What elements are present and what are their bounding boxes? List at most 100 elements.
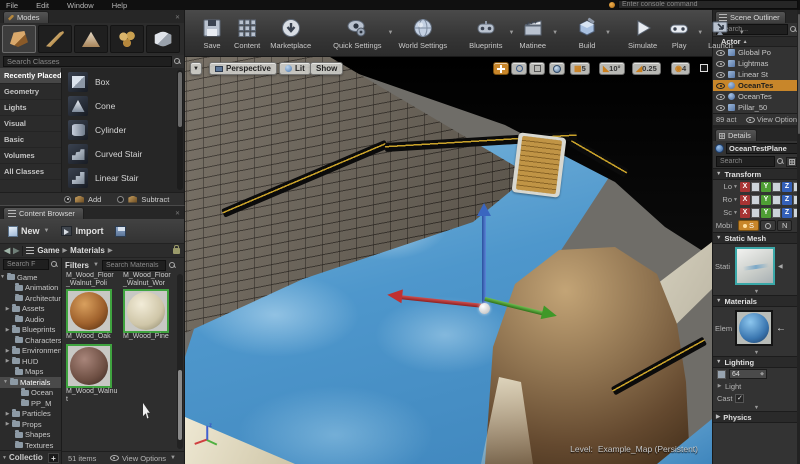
- tree-search-input[interactable]: [3, 259, 49, 270]
- modes-scrollbar[interactable]: [177, 70, 183, 190]
- breadcrumb-root[interactable]: Game: [37, 246, 59, 255]
- section-lighting[interactable]: ▼ Lighting: [713, 356, 800, 368]
- menu-file[interactable]: File: [4, 1, 20, 10]
- category-lights[interactable]: Lights: [0, 100, 61, 116]
- mode-foliage-button[interactable]: [110, 25, 144, 53]
- mode-landscape-button[interactable]: [74, 25, 108, 53]
- content-button[interactable]: Content: [229, 15, 265, 51]
- tree-item-audio[interactable]: Audio: [0, 314, 61, 325]
- menu-help[interactable]: Help: [110, 1, 129, 10]
- placement-item-cone[interactable]: Cone: [68, 94, 174, 118]
- search-classes-input[interactable]: [3, 56, 172, 67]
- grid-snap-button[interactable]: ▦ 5: [570, 62, 590, 75]
- feedback-icon[interactable]: [609, 1, 615, 8]
- property-matrix-button[interactable]: [786, 156, 797, 167]
- save-all-button[interactable]: [111, 224, 130, 239]
- mobility-stationary-button[interactable]: [760, 220, 777, 231]
- outliner-row-oceantestplane[interactable]: OceanTes: [713, 80, 800, 91]
- location-y-field[interactable]: [772, 181, 781, 192]
- search-assets-input[interactable]: [101, 259, 166, 271]
- visibility-eye-icon[interactable]: [716, 60, 725, 67]
- rotation-x-field[interactable]: [751, 194, 760, 205]
- subtract-radio[interactable]: [117, 195, 125, 203]
- category-visual[interactable]: Visual: [0, 116, 61, 132]
- lit-button[interactable]: Lit: [279, 62, 311, 75]
- category-all-classes[interactable]: All Classes: [0, 164, 61, 180]
- close-tab-icon[interactable]: ✕: [175, 210, 180, 217]
- scale-tool-button[interactable]: [529, 62, 545, 75]
- world-settings-button[interactable]: World Settings: [393, 15, 452, 51]
- tree-item-animation[interactable]: Animation: [0, 283, 61, 294]
- simulate-button[interactable]: Simulate: [623, 15, 662, 51]
- static-mesh-thumbnail[interactable]: [735, 247, 775, 285]
- scale-caret-icon[interactable]: ▼: [733, 210, 739, 216]
- matinee-caret-icon[interactable]: ▼: [552, 30, 558, 36]
- build-button[interactable]: Build: [570, 15, 604, 51]
- angle-snap-button[interactable]: ◣ 10°: [599, 62, 625, 75]
- material-thumbnail[interactable]: [735, 310, 773, 346]
- category-volumes[interactable]: Volumes: [0, 148, 61, 164]
- tree-item-architecture[interactable]: Architecture: [0, 293, 61, 304]
- cast-shadows-checkbox[interactable]: ✓: [735, 393, 745, 403]
- details-search-input[interactable]: [716, 156, 775, 167]
- outliner-row-pillar[interactable]: Pillar_50: [713, 102, 800, 113]
- console-command-input[interactable]: [618, 0, 798, 9]
- menu-edit[interactable]: Edit: [34, 1, 51, 10]
- asset-tile-m-wood-oak[interactable]: M_Wood_Oak: [66, 288, 117, 341]
- section-transform[interactable]: ▼ Transform: [713, 168, 800, 180]
- mode-place-button[interactable]: [2, 25, 36, 53]
- section-materials[interactable]: ▼ Materials: [713, 295, 800, 307]
- back-arrow-icon[interactable]: ◀: [4, 246, 10, 255]
- build-caret-icon[interactable]: ▼: [605, 30, 611, 36]
- filters-button[interactable]: Filters: [65, 261, 89, 270]
- launch-caret-icon[interactable]: ▼: [739, 30, 745, 36]
- marketplace-button[interactable]: Marketplace: [265, 15, 316, 51]
- outliner-view-options-button[interactable]: View Option: [745, 115, 797, 124]
- tree-item-blueprints[interactable]: ▶ Blueprints: [0, 325, 61, 336]
- tree-item-characters[interactable]: Characters: [0, 335, 61, 346]
- location-x-field[interactable]: [751, 181, 760, 192]
- asset-scrollbar[interactable]: [177, 274, 183, 449]
- scale-x-field[interactable]: [751, 207, 760, 218]
- lightmap-res-field[interactable]: 64 ◆: [729, 369, 767, 379]
- actor-name-input[interactable]: [726, 142, 798, 154]
- outliner-row-lightmass[interactable]: Lightmas: [713, 58, 800, 69]
- use-selected-icon[interactable]: ←: [776, 323, 786, 334]
- tab-content-browser[interactable]: Content Browser: [3, 207, 84, 219]
- tree-item-particles[interactable]: ▶ Particles: [0, 409, 61, 420]
- scale-y-field[interactable]: [772, 207, 781, 218]
- section-expander[interactable]: ▼: [713, 404, 800, 411]
- outliner-row-oceantes[interactable]: OceanTes: [713, 91, 800, 102]
- import-button[interactable]: Import: [57, 224, 107, 238]
- world-local-toggle[interactable]: [549, 62, 565, 75]
- asset-tile-m-wood-pine[interactable]: M_Wood_Pine: [123, 288, 174, 341]
- outliner-row-linear-stair[interactable]: Linear St: [713, 69, 800, 80]
- viewport-3d[interactable]: z ▼ Perspective Lit Show ▦ 5 ◣ 10° ◢ 0.2…: [184, 56, 713, 464]
- asset-tile-m-wood-walnut[interactable]: M_Wood_Walnut: [66, 343, 118, 404]
- placement-item-box[interactable]: Box: [68, 70, 174, 94]
- mobility-static-button[interactable]: S: [738, 220, 760, 231]
- rotation-caret-icon[interactable]: ▼: [733, 197, 739, 203]
- mode-paint-button[interactable]: [38, 25, 72, 53]
- tree-item-props[interactable]: ▶ Props: [0, 419, 61, 430]
- tree-item-pp-m[interactable]: PP_M: [0, 398, 61, 409]
- menu-window[interactable]: Window: [65, 1, 96, 10]
- mode-geometry-button[interactable]: [146, 25, 180, 53]
- close-tab-icon[interactable]: ✕: [175, 14, 180, 21]
- maximize-viewport-button[interactable]: [700, 64, 708, 72]
- category-basic[interactable]: Basic: [0, 132, 61, 148]
- tree-item-textures[interactable]: Textures: [0, 440, 61, 450]
- asset-tile[interactable]: M_Wood_Floor_Walnut_Wor: [123, 272, 174, 288]
- category-recently-placed[interactable]: Recently Placed: [0, 68, 61, 84]
- play-button[interactable]: Play: [662, 15, 696, 51]
- add-radio[interactable]: [64, 195, 71, 203]
- visibility-eye-icon[interactable]: [716, 82, 725, 89]
- visibility-eye-icon[interactable]: [716, 71, 725, 78]
- tree-item-ocean[interactable]: Ocean: [0, 388, 61, 399]
- placement-item-curved-stair[interactable]: Curved Stair: [68, 142, 174, 166]
- visibility-eye-icon[interactable]: [716, 104, 725, 111]
- asset-tile[interactable]: M_Wood_Floor_Walnut_Poli: [66, 272, 117, 288]
- camera-speed-button[interactable]: ◉ 4: [671, 62, 691, 75]
- add-collection-button[interactable]: +: [48, 452, 59, 463]
- location-caret-icon[interactable]: ▼: [733, 184, 739, 190]
